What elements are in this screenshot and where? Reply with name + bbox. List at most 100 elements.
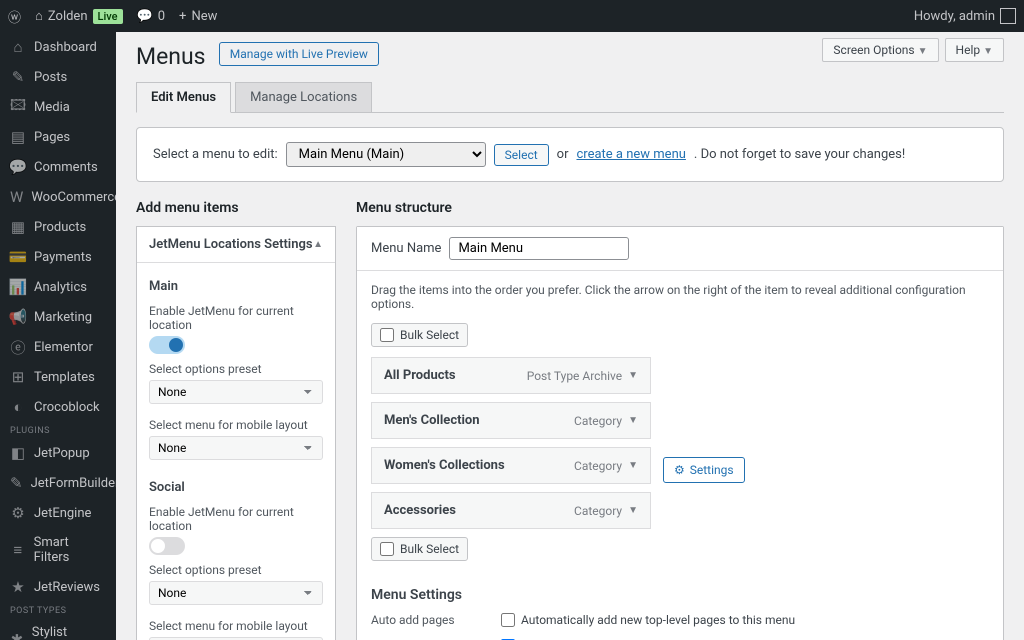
avatar bbox=[1000, 8, 1016, 24]
select-menu-label: Select a menu to edit: bbox=[153, 147, 278, 162]
preset-social-select[interactable]: None bbox=[149, 581, 323, 605]
posts-icon: ✎ bbox=[10, 69, 26, 85]
sidebar-item-jetpopup[interactable]: ◧JetPopup bbox=[0, 438, 116, 468]
elementor-icon: ⓔ bbox=[10, 339, 26, 355]
comments-icon: 💬 bbox=[10, 159, 26, 175]
jetreviews-icon: ★ bbox=[10, 579, 26, 595]
menu-select[interactable]: Main Menu (Main) bbox=[286, 142, 486, 167]
auto-pages-checkbox[interactable] bbox=[501, 613, 515, 627]
crocoblock-icon: ◐ bbox=[10, 399, 26, 415]
sidebar-item-analytics[interactable]: 📊Analytics bbox=[0, 272, 116, 302]
preset-social-label: Select options preset bbox=[149, 563, 323, 577]
jetmenu-panel: JetMenu Locations Settings▲ Main Enable … bbox=[136, 226, 336, 640]
sidebar-item-products[interactable]: ▦Products bbox=[0, 212, 116, 242]
chevron-down-icon: ▼ bbox=[628, 505, 638, 516]
sidebar-item-pages[interactable]: ▤Pages bbox=[0, 122, 116, 152]
item-settings-button[interactable]: ⚙Settings bbox=[663, 457, 745, 483]
auto-pages-checkbox-label[interactable]: Automatically add new top-level pages to… bbox=[501, 613, 795, 627]
select-note: . Do not forget to save your changes! bbox=[694, 147, 905, 162]
menu-structure-heading: Menu structure bbox=[356, 200, 1004, 216]
tab-edit-menus[interactable]: Edit Menus bbox=[136, 82, 231, 113]
jetformbuilder-icon: ✎ bbox=[10, 475, 23, 491]
sidebar-item-media[interactable]: 🖾Media bbox=[0, 92, 116, 122]
menu-item[interactable]: All ProductsPost Type Archive▼ bbox=[371, 357, 651, 394]
chevron-up-icon: ▲ bbox=[313, 239, 323, 250]
menu-settings-heading: Menu Settings bbox=[371, 587, 989, 603]
enable-social-label: Enable JetMenu for current location bbox=[149, 505, 323, 533]
menu-item[interactable]: Men's CollectionCategory▼ bbox=[371, 402, 651, 439]
greeting[interactable]: Howdy, admin bbox=[914, 8, 1016, 24]
sidebar-item-posts[interactable]: ✎Posts bbox=[0, 62, 116, 92]
menu-item[interactable]: Women's CollectionsCategory▼ bbox=[371, 447, 651, 484]
preset-main-label: Select options preset bbox=[149, 362, 323, 376]
sidebar-item-stylistservices[interactable]: ✱Stylist services bbox=[0, 618, 116, 640]
gear-icon: ⚙ bbox=[674, 463, 685, 477]
sidebar-item-jetengine[interactable]: ⚙JetEngine bbox=[0, 498, 116, 528]
menu-name-input[interactable] bbox=[449, 237, 629, 260]
sidebar-item-payments[interactable]: 💳Payments bbox=[0, 242, 116, 272]
main-content: Screen Options ▼ Help ▼ Menus Manage wit… bbox=[116, 32, 1024, 640]
sidebar-item-woocommerce[interactable]: WWooCommerce bbox=[0, 182, 116, 212]
admin-topbar: ⓦ ⌂ZoldenLive 💬0 +New Howdy, admin bbox=[0, 0, 1024, 32]
help-button[interactable]: Help ▼ bbox=[945, 38, 1004, 62]
sidebar-item-marketing[interactable]: 📢Marketing bbox=[0, 302, 116, 332]
comments-link[interactable]: 💬0 bbox=[137, 9, 166, 24]
mobile-social-label: Select menu for mobile layout bbox=[149, 619, 323, 633]
live-badge: Live bbox=[93, 9, 123, 24]
chevron-down-icon: ▼ bbox=[983, 46, 993, 57]
dashboard-icon: ⌂ bbox=[10, 39, 26, 55]
auto-pages-label: Auto add pages bbox=[371, 613, 501, 627]
site-link[interactable]: ⌂ZoldenLive bbox=[35, 8, 123, 24]
sidebar-item-jetformbuilder[interactable]: ✎JetFormBuilder bbox=[0, 468, 116, 498]
wp-logo[interactable]: ⓦ bbox=[8, 7, 21, 26]
enable-social-toggle[interactable] bbox=[149, 537, 185, 555]
enable-main-toggle[interactable] bbox=[149, 336, 185, 354]
menu-selector-row: Select a menu to edit: Main Menu (Main) … bbox=[136, 127, 1004, 182]
bulk-select-top[interactable]: Bulk Select bbox=[371, 323, 468, 347]
jetmenu-panel-header[interactable]: JetMenu Locations Settings▲ bbox=[137, 227, 335, 262]
bulk-select-bottom[interactable]: Bulk Select bbox=[371, 537, 468, 561]
sidebar-item-elementor[interactable]: ⓔElementor bbox=[0, 332, 116, 362]
media-icon: 🖾 bbox=[10, 99, 26, 115]
chevron-down-icon: ▼ bbox=[628, 460, 638, 471]
sidebar-item-comments[interactable]: 💬Comments bbox=[0, 152, 116, 182]
analytics-icon: 📊 bbox=[10, 279, 26, 295]
chevron-down-icon: ▼ bbox=[628, 370, 638, 381]
select-button[interactable]: Select bbox=[494, 144, 549, 166]
sidebar-item-smartfilters[interactable]: ≡Smart Filters bbox=[0, 528, 116, 572]
menu-item[interactable]: AccessoriesCategory▼ bbox=[371, 492, 651, 529]
sidebar-item-templates[interactable]: ⊞Templates bbox=[0, 362, 116, 392]
menu-structure-box: Menu Name Drag the items into the order … bbox=[356, 226, 1004, 640]
location-social-title: Social bbox=[149, 480, 323, 495]
products-icon: ▦ bbox=[10, 219, 26, 235]
menu-name-label: Menu Name bbox=[371, 241, 441, 256]
stylistservices-icon: ✱ bbox=[10, 632, 24, 640]
preset-main-select[interactable]: None bbox=[149, 380, 323, 404]
location-main-title: Main bbox=[149, 279, 323, 294]
mobile-main-label: Select menu for mobile layout bbox=[149, 418, 323, 432]
new-link[interactable]: +New bbox=[179, 9, 217, 24]
woo-icon: W bbox=[10, 189, 23, 205]
bulk-checkbox-top[interactable] bbox=[380, 328, 394, 342]
drag-hint: Drag the items into the order you prefer… bbox=[371, 283, 989, 311]
payments-icon: 💳 bbox=[10, 249, 26, 265]
screen-options-button[interactable]: Screen Options ▼ bbox=[822, 38, 938, 62]
sidebar-item-dashboard[interactable]: ⌂Dashboard bbox=[0, 32, 116, 62]
live-preview-button[interactable]: Manage with Live Preview bbox=[219, 42, 379, 66]
marketing-icon: 📢 bbox=[10, 309, 26, 325]
jetpopup-icon: ◧ bbox=[10, 445, 26, 461]
sidebar-item-crocoblock[interactable]: ◐Crocoblock bbox=[0, 392, 116, 422]
admin-sidebar: ⌂Dashboard ✎Posts 🖾Media ▤Pages 💬Comment… bbox=[0, 32, 116, 640]
bulk-checkbox-bottom[interactable] bbox=[380, 542, 394, 556]
tab-manage-locations[interactable]: Manage Locations bbox=[235, 82, 372, 112]
jetengine-icon: ⚙ bbox=[10, 505, 26, 521]
chevron-down-icon: ▼ bbox=[918, 46, 928, 57]
create-menu-link[interactable]: create a new menu bbox=[576, 147, 685, 162]
chevron-down-icon: ▼ bbox=[628, 415, 638, 426]
pages-icon: ▤ bbox=[10, 129, 26, 145]
sidebar-item-jetreviews[interactable]: ★JetReviews bbox=[0, 572, 116, 602]
enable-main-label: Enable JetMenu for current location bbox=[149, 304, 323, 332]
page-title: Menus bbox=[136, 43, 206, 70]
mobile-main-select[interactable]: None bbox=[149, 436, 323, 460]
templates-icon: ⊞ bbox=[10, 369, 26, 385]
